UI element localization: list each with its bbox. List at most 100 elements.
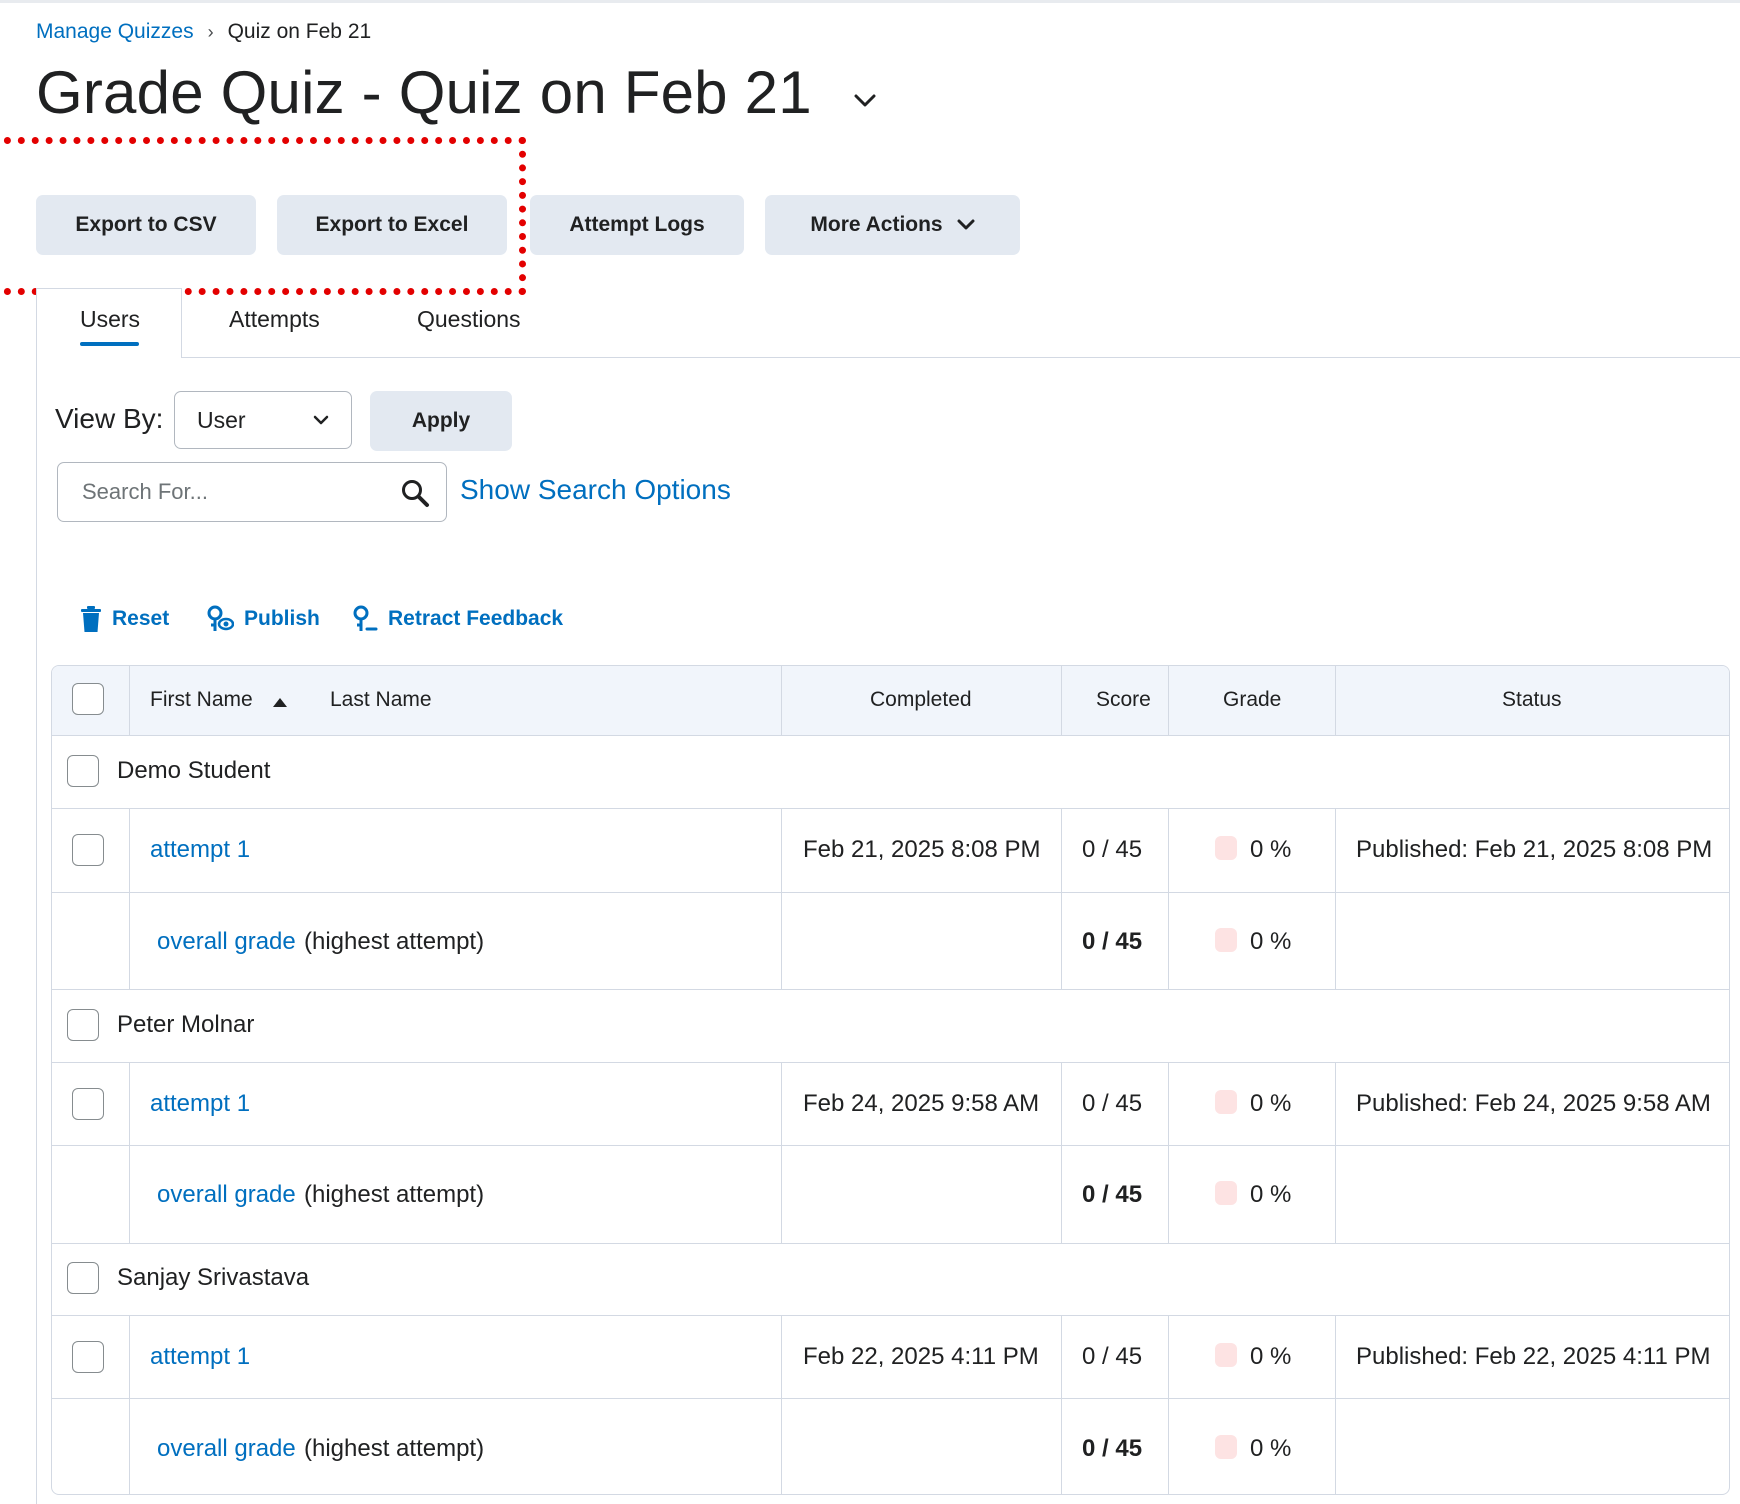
attempt-grade: 0 % xyxy=(1250,836,1292,863)
grade-swatch xyxy=(1215,1090,1237,1114)
view-by-select[interactable]: User xyxy=(174,391,352,449)
sort-ascending-icon[interactable] xyxy=(272,695,288,713)
grades-table: First Name Last Name Completed Score Gra… xyxy=(51,665,1730,1495)
reset-action[interactable]: Reset xyxy=(80,605,169,633)
search-box xyxy=(57,462,447,522)
column-divider xyxy=(1335,809,1336,989)
breadcrumb-separator: › xyxy=(207,21,214,42)
retract-feedback-action[interactable]: Retract Feedback xyxy=(352,605,563,633)
student-name: Demo Student xyxy=(117,757,271,784)
export-to-csv-button[interactable]: Export to CSV xyxy=(36,195,256,255)
view-by-label: View By: xyxy=(55,403,164,434)
overall-grade-link[interactable]: overall grade xyxy=(157,1181,296,1209)
trash-icon xyxy=(81,606,101,632)
breadcrumb-manage-quizzes-link[interactable]: Manage Quizzes xyxy=(36,20,194,44)
retract-icon xyxy=(353,605,378,631)
overall-grade-link[interactable]: overall grade xyxy=(157,1435,296,1463)
tab-users[interactable]: Users xyxy=(80,306,140,333)
attempt-status: Published: Feb 21, 2025 8:08 PM xyxy=(1356,836,1713,863)
attempt-score: 0 / 45 xyxy=(1082,1343,1143,1370)
publish-label: Publish xyxy=(244,607,320,630)
column-divider xyxy=(1335,1063,1336,1243)
attempt-score: 0 / 45 xyxy=(1082,1090,1143,1117)
header-status: Status xyxy=(1502,688,1562,711)
overall-score: 0 / 45 xyxy=(1082,1435,1143,1462)
panel-left-border xyxy=(36,357,37,1504)
search-input[interactable] xyxy=(80,478,384,506)
column-divider xyxy=(1061,666,1062,735)
grade-swatch xyxy=(1215,1435,1237,1459)
attempt-status: Published: Feb 24, 2025 9:58 AM xyxy=(1356,1090,1711,1117)
header-score: Score xyxy=(1096,688,1151,711)
row-divider xyxy=(52,1315,1729,1316)
attempt-logs-button[interactable]: Attempt Logs xyxy=(530,195,744,255)
attempt-link[interactable]: attempt 1 xyxy=(150,836,250,864)
active-tab-indicator xyxy=(80,342,139,346)
column-divider xyxy=(1335,666,1336,735)
row-divider xyxy=(52,1145,1729,1146)
row-divider xyxy=(52,808,1729,809)
column-divider xyxy=(781,1063,782,1243)
breadcrumb-current: Quiz on Feb 21 xyxy=(227,20,372,43)
chevron-down-icon xyxy=(313,415,329,425)
show-search-options-link[interactable]: Show Search Options xyxy=(460,474,731,506)
row-divider xyxy=(52,1243,1729,1244)
overall-grade-note: (highest attempt) xyxy=(304,1181,485,1208)
more-actions-button[interactable]: More Actions xyxy=(765,195,1020,255)
overall-score: 0 / 45 xyxy=(1082,928,1143,955)
column-divider xyxy=(781,1316,782,1494)
grade-swatch xyxy=(1215,928,1237,952)
title-row: Grade Quiz - Quiz on Feb 21 xyxy=(36,58,876,127)
reset-label: Reset xyxy=(112,607,170,630)
tab-questions[interactable]: Questions xyxy=(417,306,521,333)
column-divider xyxy=(129,809,130,989)
view-by-selected-value: User xyxy=(197,406,246,433)
attempt-grade: 0 % xyxy=(1250,1343,1292,1370)
tab-attempts[interactable]: Attempts xyxy=(229,306,320,333)
title-menu-chevron-icon[interactable] xyxy=(854,94,876,113)
search-icon[interactable] xyxy=(400,478,430,513)
publish-action[interactable]: Publish xyxy=(206,605,320,633)
student-checkbox[interactable] xyxy=(67,1009,99,1041)
column-divider xyxy=(1335,1316,1336,1494)
attempt-checkbox[interactable] xyxy=(72,1088,104,1120)
attempt-checkbox[interactable] xyxy=(72,1341,104,1373)
grade-swatch xyxy=(1215,1343,1237,1367)
student-checkbox[interactable] xyxy=(67,1262,99,1294)
column-divider xyxy=(781,809,782,989)
retract-feedback-label: Retract Feedback xyxy=(388,607,564,630)
apply-button[interactable]: Apply xyxy=(370,391,512,451)
column-divider xyxy=(129,1063,130,1243)
attempt-status: Published: Feb 22, 2025 4:11 PM xyxy=(1356,1343,1711,1370)
breadcrumb: Manage Quizzes › Quiz on Feb 21 xyxy=(36,20,371,44)
completed-date: Feb 22, 2025 4:11 PM xyxy=(803,1343,1039,1370)
tab-bar-divider xyxy=(182,357,1740,358)
chevron-down-icon xyxy=(957,219,975,230)
attempt-link[interactable]: attempt 1 xyxy=(150,1343,250,1371)
overall-grade-link[interactable]: overall grade xyxy=(157,928,296,956)
row-divider xyxy=(52,892,1729,893)
page-title: Grade Quiz - Quiz on Feb 21 xyxy=(36,59,812,126)
attempt-checkbox[interactable] xyxy=(72,834,104,866)
overall-grade: 0 % xyxy=(1250,1181,1292,1208)
header-last-name[interactable]: Last Name xyxy=(330,688,432,712)
select-all-checkbox[interactable] xyxy=(72,683,104,715)
header-first-name[interactable]: First Name xyxy=(150,688,253,712)
header-grade: Grade xyxy=(1223,688,1282,711)
attempt-score: 0 / 45 xyxy=(1082,836,1143,863)
student-name: Peter Molnar xyxy=(117,1011,255,1038)
student-checkbox[interactable] xyxy=(67,755,99,787)
overall-grade-note: (highest attempt) xyxy=(304,928,485,955)
header-completed: Completed xyxy=(870,688,972,711)
publish-icon xyxy=(207,605,234,631)
column-divider xyxy=(781,666,782,735)
overall-grade: 0 % xyxy=(1250,1435,1292,1462)
grade-swatch xyxy=(1215,836,1237,860)
tab-bar: Users Attempts Questions xyxy=(36,288,1740,358)
column-divider xyxy=(1061,809,1062,989)
row-divider xyxy=(52,989,1729,990)
export-to-excel-button[interactable]: Export to Excel xyxy=(277,195,507,255)
attempt-link[interactable]: attempt 1 xyxy=(150,1090,250,1118)
top-divider xyxy=(0,0,1740,3)
column-divider xyxy=(129,1316,130,1494)
